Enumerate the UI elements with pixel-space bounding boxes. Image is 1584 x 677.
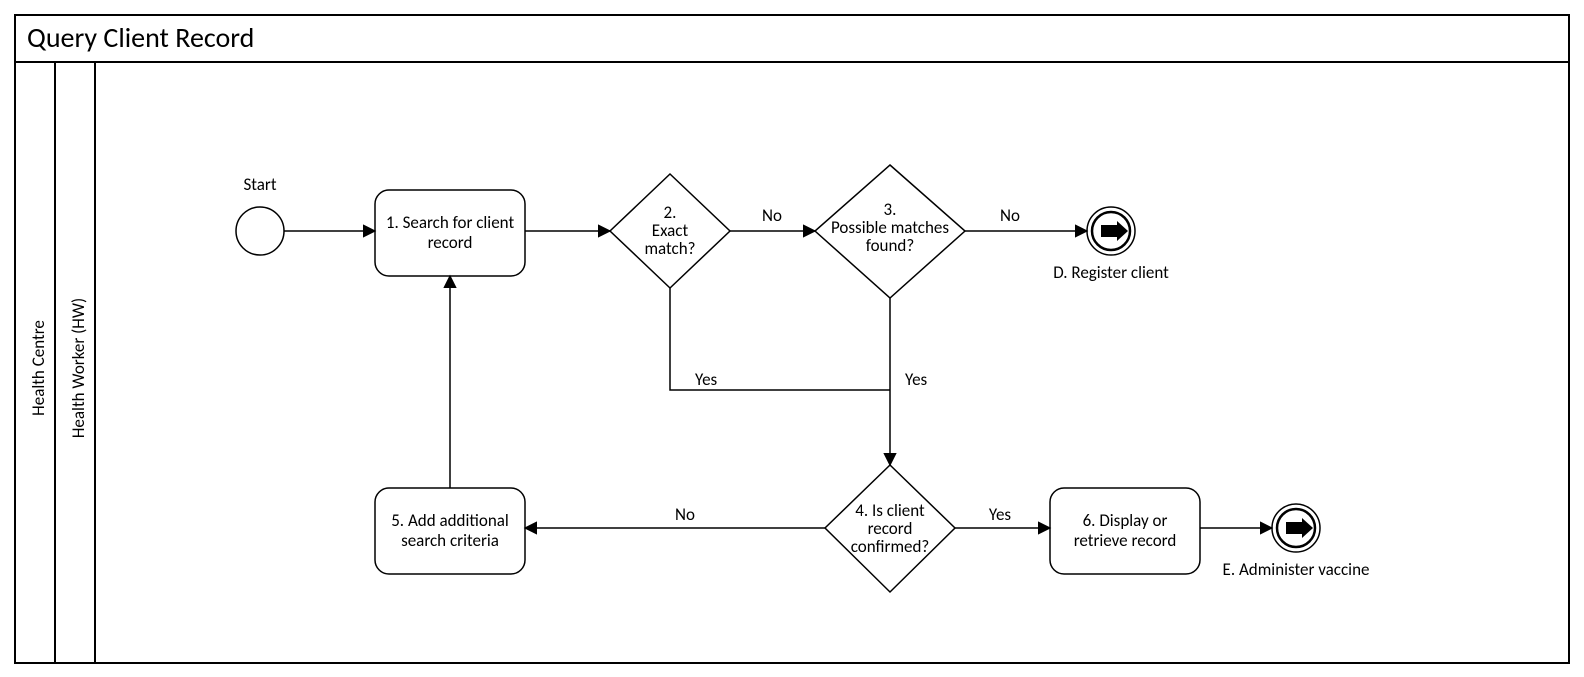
- label-g2-no: No: [762, 205, 782, 226]
- label-g3-no: No: [1000, 205, 1020, 226]
- start-label: Start: [243, 174, 276, 195]
- label-g2-yes: Yes: [695, 369, 718, 390]
- label-g4-yes: Yes: [989, 504, 1012, 525]
- svg-text:found?: found?: [866, 235, 914, 256]
- label-g3-yes: Yes: [905, 369, 928, 390]
- bpmn-diagram: Query Client Record Health Centre Health…: [0, 0, 1584, 677]
- pool-label: Health Centre: [28, 320, 49, 416]
- svg-text:match?: match?: [644, 238, 695, 259]
- start-event: [236, 207, 284, 255]
- svg-text:confirmed?: confirmed?: [851, 536, 930, 557]
- label-g4-no: No: [675, 504, 695, 525]
- lane-label: Health Worker (HW): [68, 298, 89, 438]
- task-6-display-retrieve: 6. Display or retrieve record: [1050, 488, 1200, 574]
- svg-text:E. Administer vaccine: E. Administer vaccine: [1223, 559, 1370, 580]
- svg-text:D. Register client: D. Register client: [1053, 262, 1169, 283]
- diagram-title: Query Client Record: [27, 20, 254, 55]
- task-5-additional-criteria: 5. Add additional search criteria: [375, 488, 525, 574]
- task-1-search-client: 1. Search for client record: [375, 190, 525, 276]
